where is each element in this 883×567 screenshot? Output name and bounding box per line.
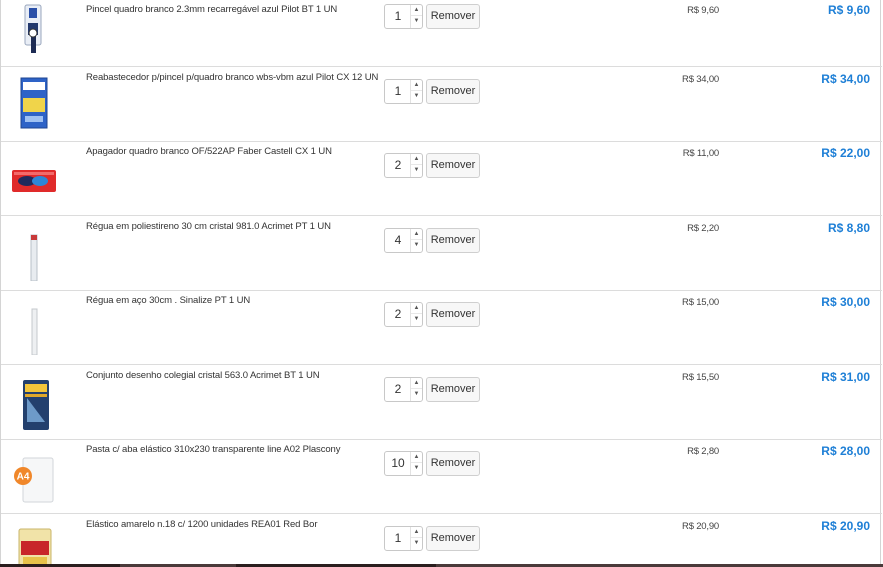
quantity-spinner[interactable]: ▲ ▼ <box>410 527 422 550</box>
cart-row: Régua em poliestireno 30 cm cristal 981.… <box>1 217 882 291</box>
unit-price: R$ 2,80 <box>687 446 719 457</box>
rubber-band-bag-icon <box>11 519 57 567</box>
quantity-input[interactable]: 2 <box>385 378 411 401</box>
remove-button[interactable]: Remover <box>426 228 480 253</box>
quantity-input[interactable]: 1 <box>385 527 411 550</box>
item-total: R$ 9,60 <box>827 3 870 17</box>
decrement-arrow-icon[interactable]: ▼ <box>411 463 422 474</box>
remove-button[interactable]: Remover <box>426 377 480 402</box>
quantity-stepper[interactable]: 4 ▲ ▼ <box>384 228 423 253</box>
unit-price: R$ 9,60 <box>687 5 719 16</box>
eraser-icon <box>11 146 57 206</box>
marker-pen-icon <box>11 3 57 63</box>
unit-price: R$ 15,50 <box>682 372 719 383</box>
cart-items-list: Pincel quadro branco 2.3mm recarregável … <box>0 0 882 567</box>
decrement-arrow-icon[interactable]: ▼ <box>411 389 422 400</box>
quantity-spinner[interactable]: ▲ ▼ <box>410 229 422 252</box>
drawing-set-icon <box>11 370 57 430</box>
unit-price: R$ 34,00 <box>682 74 719 85</box>
unit-price: R$ 2,20 <box>687 223 719 234</box>
remove-button[interactable]: Remover <box>426 79 480 104</box>
increment-arrow-icon[interactable]: ▲ <box>411 80 422 91</box>
cart-row: A4 Pasta c/ aba elástico 310x230 transpa… <box>1 440 882 514</box>
folder-a4-icon: A4 <box>11 444 57 504</box>
quantity-stepper[interactable]: 2 ▲ ▼ <box>384 153 423 178</box>
decrement-arrow-icon[interactable]: ▼ <box>411 165 422 176</box>
item-total: R$ 30,00 <box>821 295 870 309</box>
item-description: Régua em poliestireno 30 cm cristal 981.… <box>86 221 331 232</box>
cart-row: Elástico amarelo n.18 c/ 1200 unidades R… <box>1 515 882 567</box>
remove-button[interactable]: Remover <box>426 526 480 551</box>
cart-row: Reabastecedor p/pincel p/quadro branco w… <box>1 68 882 142</box>
increment-arrow-icon[interactable]: ▲ <box>411 303 422 314</box>
quantity-stepper[interactable]: 10 ▲ ▼ <box>384 451 423 476</box>
quantity-input[interactable]: 2 <box>385 303 411 326</box>
cart-row: Régua em aço 30cm . Sinalize PT 1 UN 2 ▲… <box>1 291 882 365</box>
increment-arrow-icon[interactable]: ▲ <box>411 452 422 463</box>
decrement-arrow-icon[interactable]: ▼ <box>411 240 422 251</box>
remove-button[interactable]: Remover <box>426 302 480 327</box>
remove-button[interactable]: Remover <box>426 153 480 178</box>
quantity-spinner[interactable]: ▲ ▼ <box>410 5 422 28</box>
unit-price: R$ 15,00 <box>682 297 719 308</box>
quantity-input[interactable]: 10 <box>385 452 411 475</box>
remove-button[interactable]: Remover <box>426 451 480 476</box>
item-total: R$ 34,00 <box>821 72 870 86</box>
unit-price: R$ 11,00 <box>682 148 719 159</box>
unit-price: R$ 20,90 <box>682 521 719 532</box>
a4-badge-text: A4 <box>17 472 30 483</box>
item-description: Pasta c/ aba elástico 310x230 transparen… <box>86 444 341 455</box>
remove-button[interactable]: Remover <box>426 4 480 29</box>
cart-row: Pincel quadro branco 2.3mm recarregável … <box>1 0 882 67</box>
quantity-input[interactable]: 2 <box>385 154 411 177</box>
quantity-stepper[interactable]: 2 ▲ ▼ <box>384 302 423 327</box>
ruler-icon <box>11 221 57 281</box>
item-description: Apagador quadro branco OF/522AP Faber Ca… <box>86 146 332 157</box>
quantity-input[interactable]: 1 <box>385 5 411 28</box>
increment-arrow-icon[interactable]: ▲ <box>411 5 422 16</box>
decrement-arrow-icon[interactable]: ▼ <box>411 314 422 325</box>
item-total: R$ 31,00 <box>821 370 870 384</box>
item-description: Pincel quadro branco 2.3mm recarregável … <box>86 4 338 15</box>
quantity-input[interactable]: 4 <box>385 229 411 252</box>
increment-arrow-icon[interactable]: ▲ <box>411 154 422 165</box>
quantity-stepper[interactable]: 1 ▲ ▼ <box>384 79 423 104</box>
increment-arrow-icon[interactable]: ▲ <box>411 378 422 389</box>
item-description: Conjunto desenho colegial cristal 563.0 … <box>86 370 320 381</box>
decrement-arrow-icon[interactable]: ▼ <box>411 16 422 27</box>
cart-row: Apagador quadro branco OF/522AP Faber Ca… <box>1 142 882 216</box>
quantity-spinner[interactable]: ▲ ▼ <box>410 154 422 177</box>
quantity-spinner[interactable]: ▲ ▼ <box>410 452 422 475</box>
quantity-input[interactable]: 1 <box>385 80 411 103</box>
steel-ruler-icon <box>11 295 57 355</box>
increment-arrow-icon[interactable]: ▲ <box>411 527 422 538</box>
item-total: R$ 22,00 <box>821 146 870 160</box>
item-total: R$ 28,00 <box>821 444 870 458</box>
quantity-stepper[interactable]: 2 ▲ ▼ <box>384 377 423 402</box>
quantity-stepper[interactable]: 1 ▲ ▼ <box>384 526 423 551</box>
item-total: R$ 20,90 <box>821 519 870 533</box>
cart-row: Conjunto desenho colegial cristal 563.0 … <box>1 366 882 440</box>
quantity-stepper[interactable]: 1 ▲ ▼ <box>384 4 423 29</box>
decrement-arrow-icon[interactable]: ▼ <box>411 538 422 549</box>
item-description: Elástico amarelo n.18 c/ 1200 unidades R… <box>86 519 318 530</box>
ink-refill-box-icon <box>11 72 57 132</box>
increment-arrow-icon[interactable]: ▲ <box>411 229 422 240</box>
item-total: R$ 8,80 <box>827 221 870 235</box>
quantity-spinner[interactable]: ▲ ▼ <box>410 80 422 103</box>
item-description: Régua em aço 30cm . Sinalize PT 1 UN <box>86 295 251 306</box>
item-description: Reabastecedor p/pincel p/quadro branco w… <box>86 72 379 83</box>
decrement-arrow-icon[interactable]: ▼ <box>411 91 422 102</box>
quantity-spinner[interactable]: ▲ ▼ <box>410 378 422 401</box>
quantity-spinner[interactable]: ▲ ▼ <box>410 303 422 326</box>
